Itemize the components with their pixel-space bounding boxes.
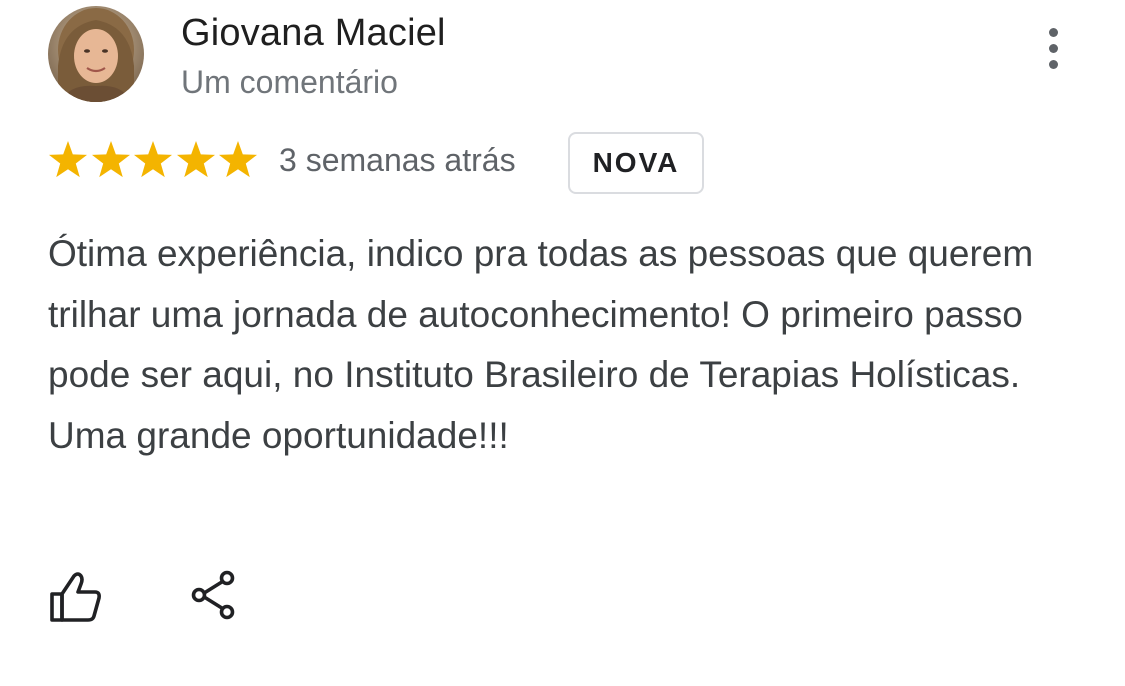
star-icon (48, 140, 88, 180)
star-icon (91, 140, 131, 180)
more-vertical-icon (1048, 27, 1058, 37)
star-rating (48, 138, 261, 182)
review-card: Giovana Maciel Um comentário 3 semanas a… (0, 0, 1125, 686)
more-options-button[interactable] (1030, 22, 1076, 74)
avatar-image (48, 6, 144, 102)
avatar[interactable] (48, 6, 144, 102)
review-text: Ótima experiência, indico pra todas as p… (48, 233, 1034, 456)
like-button[interactable] (48, 570, 104, 624)
thumbs-up-icon (50, 572, 101, 622)
new-badge: NOVA (568, 132, 704, 194)
share-button[interactable] (188, 569, 240, 621)
more-vertical-icon-dot (1048, 43, 1058, 53)
share-icon (191, 570, 235, 620)
author-review-count[interactable]: Um comentário (181, 64, 398, 101)
review-time: 3 semanas atrás (279, 142, 516, 178)
star-icon (176, 140, 216, 180)
more-vertical-icon-dot (1048, 59, 1058, 69)
star-icon (218, 140, 258, 180)
author-name[interactable]: Giovana Maciel (181, 12, 446, 55)
star-icon (133, 140, 173, 180)
